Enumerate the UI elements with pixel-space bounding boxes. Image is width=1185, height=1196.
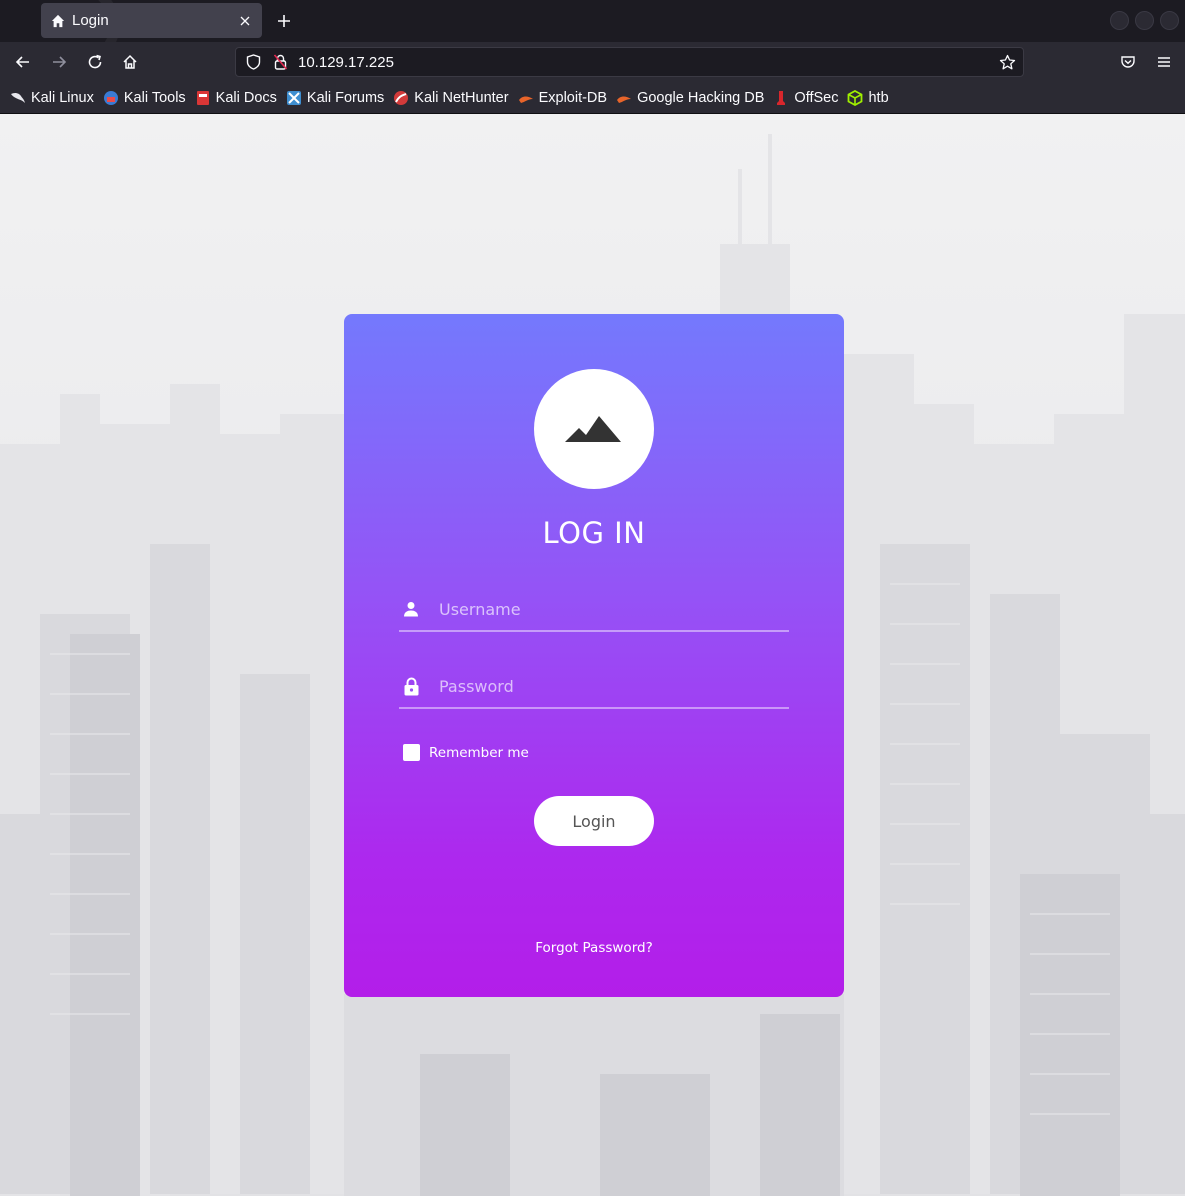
kali-nethunter-icon [393, 90, 409, 106]
login-title: LOG IN [542, 516, 646, 550]
bookmark-offsec[interactable]: OffSec [773, 90, 838, 106]
new-tab-button[interactable] [273, 10, 295, 32]
pocket-button[interactable] [1117, 51, 1139, 73]
forgot-password-link[interactable]: Forgot Password? [344, 940, 844, 956]
kali-forums-icon [286, 90, 302, 106]
bookmark-htb[interactable]: htb [847, 89, 889, 106]
home-outline-icon [123, 54, 137, 69]
logo-avatar [534, 369, 654, 489]
browser-tab-bar: Login [0, 0, 1185, 42]
bookmark-kali-nethunter[interactable]: Kali NetHunter [393, 90, 509, 106]
offsec-icon [773, 90, 789, 106]
bookmark-google-hacking-db[interactable]: Google Hacking DB [616, 90, 764, 106]
home-button[interactable] [119, 51, 141, 73]
lock-icon [400, 677, 422, 696]
user-icon [400, 601, 422, 617]
page-background: LOG IN Remember me Login Forgot Password… [0, 114, 1185, 1196]
login-button[interactable]: Login [534, 796, 654, 846]
reload-icon [88, 54, 102, 69]
minimize-button[interactable] [1110, 11, 1129, 30]
remember-me[interactable]: Remember me [403, 744, 529, 761]
username-field [399, 588, 789, 632]
htb-icon [847, 89, 863, 106]
back-button[interactable] [12, 51, 34, 73]
login-card: LOG IN Remember me Login Forgot Password… [344, 314, 844, 997]
password-input[interactable] [437, 675, 789, 697]
password-field [399, 665, 789, 709]
shield-icon[interactable] [244, 54, 262, 70]
mountain-icon [565, 416, 621, 442]
home-icon [50, 13, 66, 29]
menu-button[interactable] [1153, 51, 1175, 73]
exploit-db-icon [518, 90, 534, 106]
kali-tools-icon [103, 90, 119, 106]
reload-button[interactable] [84, 51, 106, 73]
arrow-right-icon [53, 56, 67, 68]
remember-me-label: Remember me [429, 744, 529, 761]
maximize-button[interactable] [1135, 11, 1154, 30]
bookmark-exploit-db[interactable]: Exploit-DB [518, 90, 607, 106]
kali-docs-icon [195, 90, 211, 106]
pocket-icon [1121, 56, 1135, 68]
hamburger-menu-icon [1158, 57, 1170, 67]
close-window-button[interactable] [1160, 11, 1179, 30]
window-controls [1110, 11, 1179, 30]
bookmark-kali-docs[interactable]: Kali Docs [195, 90, 277, 106]
tab-title: Login [72, 12, 109, 29]
star-icon[interactable] [997, 54, 1017, 71]
username-input[interactable] [437, 598, 789, 620]
bookmark-kali-tools[interactable]: Kali Tools [103, 90, 186, 106]
remember-me-checkbox[interactable] [403, 744, 420, 761]
forward-button[interactable] [48, 51, 70, 73]
arrow-left-icon [15, 56, 29, 68]
bookmark-kali-linux[interactable]: Kali Linux [10, 90, 94, 106]
kali-dragon-icon [10, 90, 26, 106]
address-bar[interactable]: 10.129.17.225 [235, 47, 1024, 77]
insecure-lock-icon[interactable] [272, 54, 288, 70]
browser-tab-login[interactable]: Login [41, 3, 262, 38]
bookmark-kali-forums[interactable]: Kali Forums [286, 90, 384, 106]
bookmarks-toolbar: Kali Linux Kali Tools Kali Docs Kali For… [0, 82, 1185, 114]
ghdb-icon [616, 90, 632, 106]
url-text[interactable]: 10.129.17.225 [298, 54, 997, 71]
browser-nav-bar: 10.129.17.225 [0, 42, 1185, 82]
close-tab-icon[interactable] [236, 12, 254, 30]
